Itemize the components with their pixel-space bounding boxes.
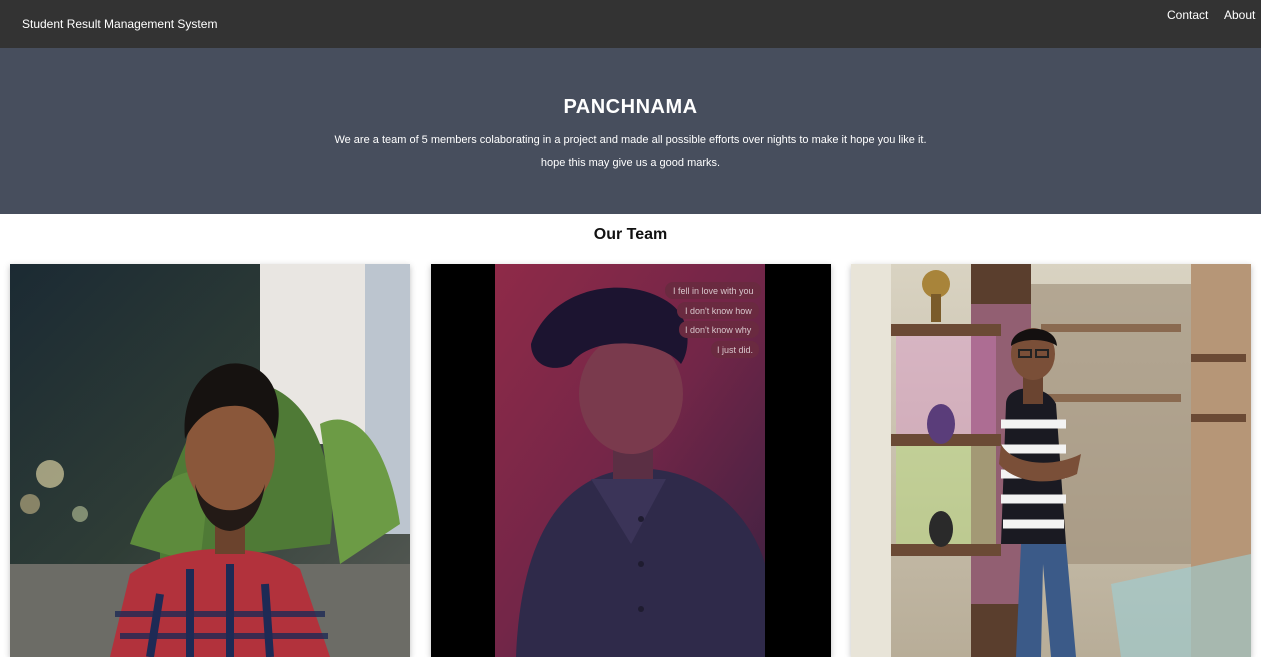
our-team-heading: Our Team xyxy=(593,226,668,243)
team-member-photo-1 xyxy=(10,264,410,657)
team-member-card-2: I fell in love with you I don't know how… xyxy=(431,264,831,657)
brand-link[interactable]: Student Result Management System xyxy=(22,17,217,31)
hero-description: We are a team of 5 members colaborating … xyxy=(334,134,927,146)
team-name-heading: PANCHNAMA xyxy=(563,96,698,118)
nav-contact-link[interactable]: Contact xyxy=(1167,8,1208,22)
about-hero-section: PANCHNAMA We are a team of 5 members col… xyxy=(0,48,1261,214)
team-member-photo-2: I fell in love with you I don't know how… xyxy=(431,264,831,657)
chat-message-1: I fell in love with you xyxy=(673,286,754,296)
team-member-card-3 xyxy=(851,264,1251,657)
chat-message-4: I just did. xyxy=(717,345,753,355)
chat-message-2: I don't know how xyxy=(685,306,752,316)
team-member-photo-3 xyxy=(851,264,1251,657)
top-navbar: Student Result Management System Contact… xyxy=(0,0,1261,48)
nav-about-link[interactable]: About xyxy=(1224,8,1255,22)
team-member-card-1 xyxy=(10,264,410,657)
chat-message-3: I don't know why xyxy=(685,325,752,335)
hero-subtext: hope this may give us a good marks. xyxy=(540,157,721,169)
